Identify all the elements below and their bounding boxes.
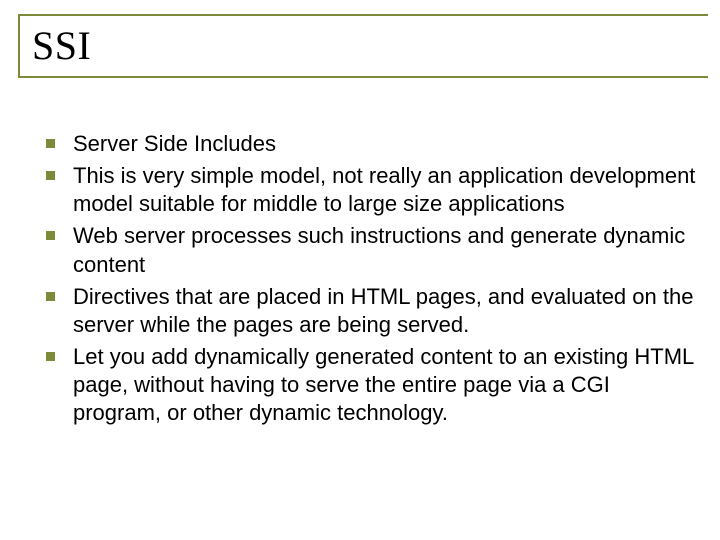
square-bullet-icon bbox=[46, 352, 55, 361]
title-rule-bottom bbox=[18, 76, 708, 78]
list-item: Web server processes such instructions a… bbox=[46, 222, 696, 278]
slide: SSI Server Side Includes This is very si… bbox=[0, 0, 720, 540]
list-item: Directives that are placed in HTML pages… bbox=[46, 283, 696, 339]
title-rule-top bbox=[18, 14, 708, 16]
list-item-text: Directives that are placed in HTML pages… bbox=[73, 283, 696, 339]
list-item: Server Side Includes bbox=[46, 130, 696, 158]
square-bullet-icon bbox=[46, 139, 55, 148]
list-item-text: Let you add dynamically generated conten… bbox=[73, 343, 696, 427]
list-item: This is very simple model, not really an… bbox=[46, 162, 696, 218]
title-rule-left bbox=[18, 14, 20, 78]
square-bullet-icon bbox=[46, 171, 55, 180]
list-item-text: This is very simple model, not really an… bbox=[73, 162, 696, 218]
list-item: Let you add dynamically generated conten… bbox=[46, 343, 696, 427]
list-item-text: Web server processes such instructions a… bbox=[73, 222, 696, 278]
square-bullet-icon bbox=[46, 292, 55, 301]
bullet-list: Server Side Includes This is very simple… bbox=[46, 130, 696, 432]
list-item-text: Server Side Includes bbox=[73, 130, 696, 158]
page-title: SSI bbox=[32, 22, 91, 69]
square-bullet-icon bbox=[46, 231, 55, 240]
